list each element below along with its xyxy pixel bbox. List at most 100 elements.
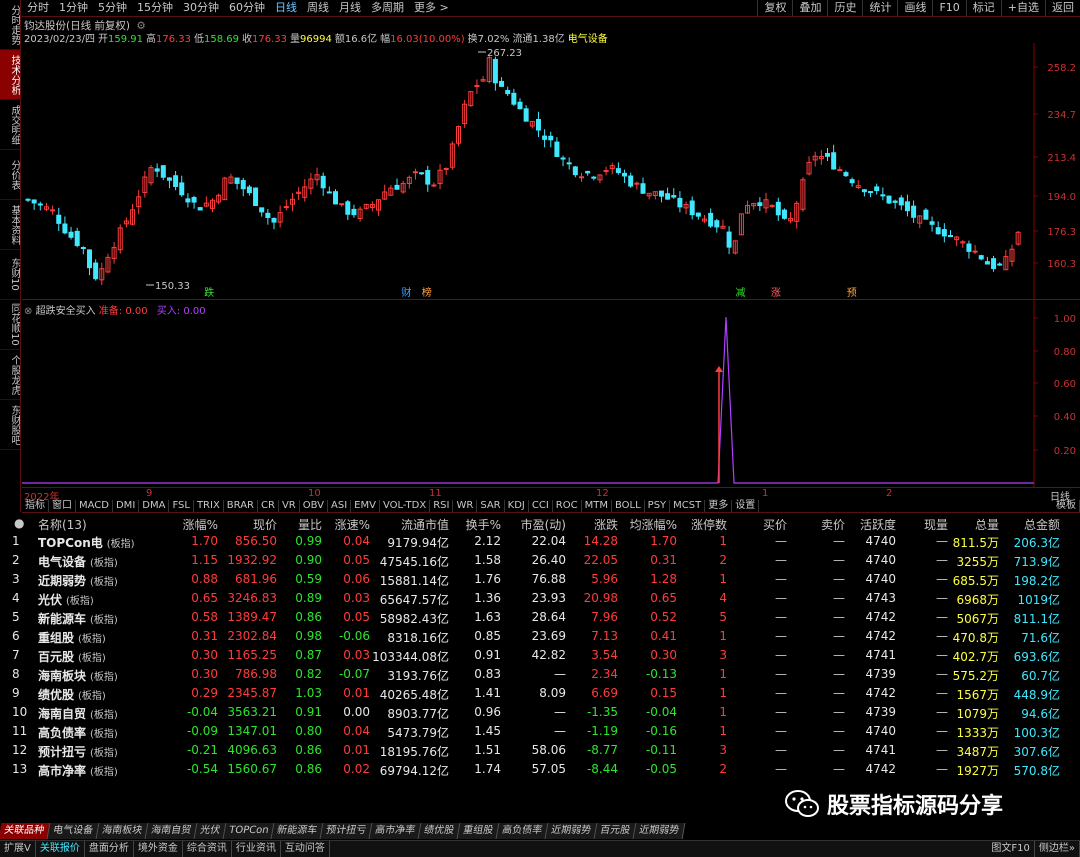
related-tab-2[interactable]: 海南板块 <box>96 823 149 839</box>
column-header[interactable]: 卖价 <box>821 516 845 533</box>
table-row[interactable]: 7 百元股 (板指) 0.30 1165.25 0.87 0.03 103344.08亿 0.9… <box>0 646 1080 665</box>
table-row[interactable]: 6 重组股 (板指) 0.31 2302.84 0.98 -0.06 8318.16亿 0.85… <box>0 627 1080 646</box>
related-tab-1[interactable]: 电气设备 <box>47 823 100 839</box>
indicator-tab-0[interactable]: 指标 <box>22 500 49 512</box>
left-tab-1[interactable]: 技术分析 <box>0 50 20 100</box>
related-tab-13[interactable]: 百元股 <box>595 823 637 839</box>
toolbar-action-6[interactable]: 标记 <box>965 0 1001 16</box>
indicator-tab-10[interactable]: OBV <box>300 500 328 512</box>
row-name-cell[interactable]: 绩优股 (板指) <box>38 686 106 703</box>
table-row[interactable]: 3 近期弱势 (板指) 0.88 681.96 0.59 0.06 15881.14亿 1.76… <box>0 570 1080 589</box>
left-tab-2[interactable]: 成交明细 <box>0 100 20 150</box>
column-header[interactable]: 现价 <box>253 516 277 533</box>
indicator-tab-25[interactable]: 设置 <box>732 500 760 512</box>
indicator-tab-24[interactable]: 更多 <box>705 500 733 512</box>
event-marker[interactable]: 财 <box>402 286 412 299</box>
table-row[interactable]: 11 高负债率 (板指) -0.09 1347.01 0.80 0.04 5473.79亿 1.… <box>0 722 1080 741</box>
row-name-cell[interactable]: 海南板块 (板指) <box>38 667 118 684</box>
column-header[interactable]: 换手% <box>466 516 501 533</box>
left-tab-5[interactable]: 东财10 <box>0 250 20 300</box>
left-tab-3[interactable]: 分价表 <box>0 150 20 200</box>
column-header[interactable]: 活跃度 <box>860 516 896 533</box>
left-tab-7[interactable]: 个股龙虎 <box>0 350 20 400</box>
indicator-tab-17[interactable]: KDJ <box>505 500 529 512</box>
period-tab-8[interactable]: 月线 <box>334 0 366 16</box>
status-right-1[interactable]: 侧边栏» <box>1035 841 1080 857</box>
status-tab-0[interactable]: 扩展V <box>0 841 36 857</box>
indicator-tab-3[interactable]: DMI <box>113 500 140 512</box>
status-tab-1[interactable]: 关联报价 <box>36 841 85 857</box>
indicator-tab-7[interactable]: BRAR <box>224 500 258 512</box>
indicator-tab-5[interactable]: FSL <box>169 500 194 512</box>
row-name-cell[interactable]: 高负债率 (板指) <box>38 724 118 741</box>
toolbar-action-1[interactable]: 叠加 <box>792 0 827 16</box>
column-header[interactable]: 涨跌 <box>594 516 618 533</box>
related-tab-8[interactable]: 高市净率 <box>370 823 422 839</box>
column-header[interactable]: 流通市值 <box>401 516 449 533</box>
period-tab-5[interactable]: 60分钟 <box>224 0 270 16</box>
left-tab-0[interactable]: 分时走势 <box>0 0 20 50</box>
row-name-cell[interactable]: TOPCon电 (板指) <box>38 534 135 551</box>
indicator-tab-21[interactable]: BOLL <box>612 500 645 512</box>
related-tab-14[interactable]: 近期弱势 <box>634 823 686 839</box>
related-tab-12[interactable]: 近期弱势 <box>546 823 598 839</box>
indicator-tab-8[interactable]: CR <box>258 500 279 512</box>
table-row[interactable]: 4 光伏 (板指) 0.65 3246.83 0.89 0.03 65647.57亿 1.36 2… <box>0 589 1080 608</box>
indicator-tab-1[interactable]: 窗口 <box>49 500 76 512</box>
column-header[interactable]: 均涨幅% <box>630 516 677 533</box>
status-tab-2[interactable]: 盘面分析 <box>85 841 134 857</box>
related-tab-4[interactable]: 光伏 <box>194 823 227 839</box>
table-row[interactable]: 10 海南自贸 (板指) -0.04 3563.21 0.91 0.00 8903.77亿 0.… <box>0 703 1080 722</box>
related-tab-0[interactable]: 关联品种 <box>0 823 51 839</box>
indicator-tab-4[interactable]: DMA <box>139 500 170 512</box>
status-tab-3[interactable]: 境外资金 <box>134 841 183 857</box>
row-name-cell[interactable]: 新能源车 (板指) <box>38 610 118 627</box>
period-tab-3[interactable]: 15分钟 <box>132 0 178 16</box>
toolbar-action-5[interactable]: F10 <box>932 0 965 16</box>
candlestick-chart[interactable]: 258.2 234.7 213.4 194.0 176.3 160.3 267.23 150.… <box>22 43 1080 300</box>
row-name-cell[interactable]: 预计扭亏 (板指) <box>38 743 118 760</box>
toolbar-action-3[interactable]: 统计 <box>862 0 897 16</box>
indicator-tab-18[interactable]: CCI <box>529 500 553 512</box>
table-row[interactable]: 13 高市净率 (板指) -0.54 1560.67 0.86 0.02 69794.12亿 1… <box>0 760 1080 779</box>
toolbar-action-0[interactable]: 复权 <box>757 0 792 16</box>
toolbar-action-7[interactable]: +自选 <box>1000 0 1045 16</box>
row-name-cell[interactable]: 电气设备 (板指) <box>38 553 118 570</box>
column-header[interactable]: 量比 <box>298 516 322 533</box>
related-tab-5[interactable]: TOPCon <box>223 823 275 839</box>
period-tab-1[interactable]: 1分钟 <box>54 0 93 16</box>
indicator-tab-23[interactable]: MCST <box>670 500 706 512</box>
related-tab-3[interactable]: 海南自贸 <box>145 823 198 839</box>
column-header[interactable]: 总量 <box>975 516 999 533</box>
period-tab-7[interactable]: 周线 <box>302 0 334 16</box>
related-tab-7[interactable]: 预计扭亏 <box>321 823 373 839</box>
row-name-cell[interactable]: 高市净率 (板指) <box>38 762 118 779</box>
period-tab-2[interactable]: 5分钟 <box>93 0 132 16</box>
event-marker[interactable]: 预 <box>847 287 857 299</box>
indicator-tab-20[interactable]: MTM <box>582 500 612 512</box>
indicator-tab-12[interactable]: EMV <box>351 500 380 512</box>
column-header[interactable]: 涨幅% <box>183 516 218 533</box>
column-header[interactable]: 名称(13) <box>38 516 87 533</box>
indicator-tab-16[interactable]: SAR <box>477 500 505 512</box>
period-tab-9[interactable]: 多周期 <box>366 0 409 16</box>
indicator-tab-11[interactable]: ASI <box>328 500 352 512</box>
indicator-close-icon[interactable]: ⊗ <box>24 306 32 317</box>
table-row[interactable]: 9 绩优股 (板指) 0.29 2345.87 1.03 0.01 40265.48亿 1.41… <box>0 684 1080 703</box>
row-name-cell[interactable]: 近期弱势 (板指) <box>38 572 118 589</box>
toolbar-action-2[interactable]: 历史 <box>827 0 862 16</box>
period-tab-10[interactable]: 更多 > <box>409 0 454 16</box>
column-header[interactable]: 涨速% <box>335 516 370 533</box>
indicator-tab-19[interactable]: ROC <box>553 500 582 512</box>
left-tab-4[interactable]: 基本资料 <box>0 200 20 250</box>
column-header[interactable]: 市盈(动) <box>521 516 566 533</box>
indicator-tab-2[interactable]: MACD <box>76 500 113 512</box>
indicator-chart[interactable]: 1.00 0.80 0.60 0.40 0.20 <box>22 300 1080 487</box>
row-name-cell[interactable]: 光伏 (板指) <box>38 591 94 608</box>
status-tab-4[interactable]: 综合资讯 <box>183 841 232 857</box>
period-tab-0[interactable]: 分时 <box>22 0 54 16</box>
event-marker[interactable]: 榜 <box>422 286 432 299</box>
toolbar-action-4[interactable]: 画线 <box>897 0 932 16</box>
indicator-tab-13[interactable]: VOL-TDX <box>380 500 431 512</box>
period-tab-4[interactable]: 30分钟 <box>178 0 224 16</box>
